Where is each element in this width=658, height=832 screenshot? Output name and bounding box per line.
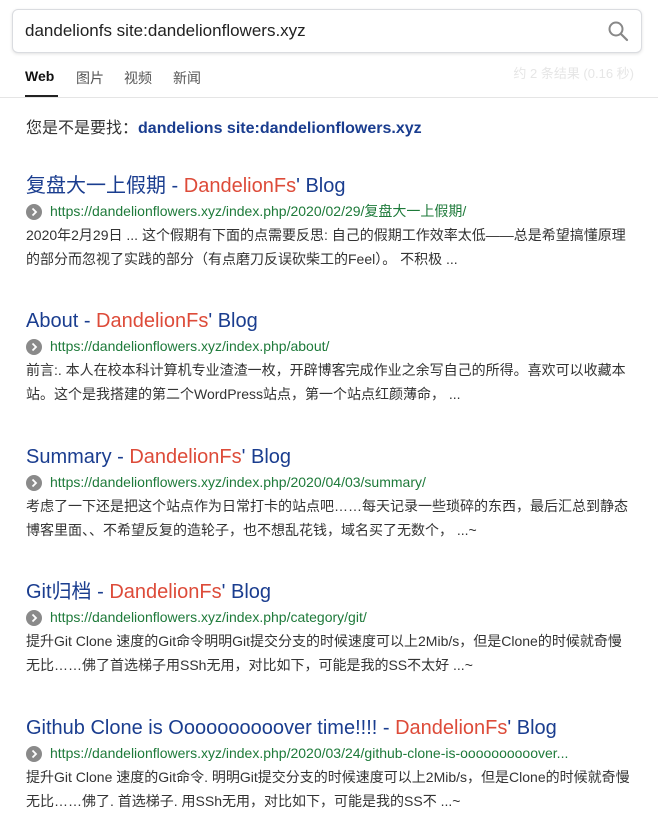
result-title-suffix: ' Blog [507, 717, 557, 739]
result-title-highlight: DandelionFs [183, 175, 297, 197]
search-icon[interactable] [607, 20, 629, 42]
header-divider [0, 97, 658, 98]
result-stats: 约 2 条结果 (0.16 秒) [513, 66, 634, 81]
search-input[interactable] [25, 10, 595, 52]
result-snippet: 前言:. 本人在校本科计算机专业渣渣一枚，开辟博客完成作业之余写自己的所得。喜欢… [26, 362, 626, 402]
result-title[interactable]: Github Clone is Oooooooooover time!!!! -… [26, 715, 636, 741]
result-title-text: Summary - [26, 446, 130, 468]
result-title-suffix: ' Blog [208, 310, 258, 332]
result-title-highlight: DandelionFs [109, 581, 222, 603]
did-you-mean-label: 您是不是要找： [26, 120, 139, 137]
tab-images[interactable]: 图片 [76, 68, 104, 88]
result-url[interactable]: https://dandelionflowers.xyz/index.php/2… [50, 742, 634, 764]
result-url[interactable]: https://dandelionflowers.xyz/index.php/c… [50, 606, 634, 628]
result-url[interactable]: https://dandelionflowers.xyz/index.php/2… [50, 200, 634, 222]
tab-news[interactable]: 新闻 [173, 68, 201, 88]
result-title[interactable]: About - DandelionFs' Blog [26, 308, 636, 334]
result-title-text: About - [26, 310, 97, 332]
result-title-text: 复盘大一上假期 - [26, 175, 184, 197]
tab-videos[interactable]: 视频 [124, 68, 152, 88]
did-you-mean: 您是不是要找：dandelions site:dandelionflowers.… [26, 114, 422, 138]
result-title-text: Git归档 - [26, 581, 110, 603]
result-url[interactable]: https://dandelionflowers.xyz/index.php/2… [50, 471, 634, 493]
chevron-right-circle-icon[interactable] [26, 339, 42, 355]
result-title-highlight: DandelionFs [129, 446, 242, 468]
result-url[interactable]: https://dandelionflowers.xyz/index.php/a… [50, 335, 634, 357]
search-box [12, 9, 642, 53]
result-title-highlight: DandelionFs [395, 717, 508, 739]
result-title-suffix: ' Blog [221, 581, 272, 603]
result-title[interactable]: Summary - DandelionFs' Blog [26, 444, 636, 470]
search-result: Github Clone is Oooooooooover time!!!! -… [26, 715, 636, 813]
chevron-right-circle-icon[interactable] [26, 204, 42, 220]
chevron-right-circle-icon[interactable] [26, 475, 42, 491]
result-snippet: 2020年2月29日 ... 这个假期有下面的点需要反思: 自己的假期工作效率太… [26, 227, 626, 267]
result-snippet: 提升Git Clone 速度的Git命令. 明明Git提交分支的时候速度可以上2… [26, 769, 630, 809]
tab-web[interactable]: Web [25, 68, 54, 84]
search-result: About - DandelionFs' Blog https://dandel… [26, 308, 636, 406]
result-snippet: 提升Git Clone 速度的Git命令明明Git提交分支的时候速度可以上2Mi… [26, 633, 622, 673]
result-title[interactable]: 复盘大一上假期 - DandelionFs' Blog [26, 173, 636, 199]
result-title-suffix: ' Blog [241, 446, 292, 468]
result-title-text: Github Clone is Oooooooooover time!!!! - [26, 717, 396, 739]
result-title-highlight: DandelionFs [96, 310, 209, 332]
search-result: Summary - DandelionFs' Blog https://dand… [26, 444, 636, 542]
search-result: 复盘大一上假期 - DandelionFs' Blog https://dand… [26, 173, 636, 271]
result-title-suffix: ' Blog [296, 175, 346, 197]
result-snippet: 考虑了一下还是把这个站点作为日常打卡的站点吧……每天记录一些琐碎的东西，最后汇总… [26, 498, 628, 538]
result-title[interactable]: Git归档 - DandelionFs' Blog [26, 579, 636, 605]
did-you-mean-link[interactable]: dandelions site:dandelionflowers.xyz [138, 120, 422, 137]
chevron-right-circle-icon[interactable] [26, 610, 42, 626]
search-result: Git归档 - DandelionFs' Blog https://dandel… [26, 579, 636, 677]
chevron-right-circle-icon[interactable] [26, 746, 42, 762]
